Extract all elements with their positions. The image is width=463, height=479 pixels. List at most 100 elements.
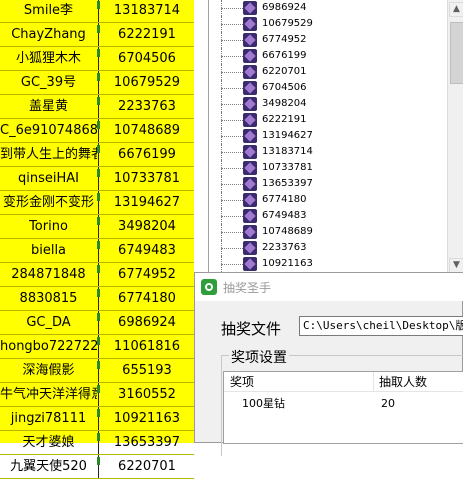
dialog-titlebar[interactable]: 抽奖圣手 xyxy=(195,273,463,301)
sheet-row[interactable]: 284871848 6774952 xyxy=(0,263,194,287)
sheet-row[interactable]: hongbo722722 11061816 xyxy=(0,335,194,359)
sheet-row[interactable]: 小狐狸木木 6704506 xyxy=(0,47,194,71)
scroll-up-button[interactable]: ▲ xyxy=(449,2,463,17)
sheet-cell-id[interactable]: 10921163 xyxy=(98,407,195,430)
tree-item[interactable]: 6774180 xyxy=(209,192,447,208)
sheet-row[interactable]: qinseiHAI 10733781 xyxy=(0,167,194,191)
sheet-cell-id[interactable]: 11061816 xyxy=(98,335,195,358)
sheet-cell-id[interactable]: 6222191 xyxy=(98,23,195,46)
sheet-row[interactable]: biella 6749483 xyxy=(0,239,194,263)
tree-item[interactable]: 13653397 xyxy=(209,176,447,192)
column-header-prize[interactable]: 奖项 xyxy=(224,372,374,392)
sheet-cell-name[interactable]: 深海假影 xyxy=(0,359,97,382)
sheet-cell-id[interactable]: 13194627 xyxy=(98,191,195,214)
item-icon xyxy=(243,257,257,271)
sheet-cell-name[interactable]: 8830815 xyxy=(0,287,97,310)
sheet-row[interactable]: 变形金刚不变形 13194627 xyxy=(0,191,194,215)
sheet-cell-id[interactable]: 3160552 xyxy=(98,383,195,406)
sheet-cell-name[interactable]: 九翼天使520 xyxy=(0,455,97,478)
lottery-file-path-input[interactable]: C:\Users\cheil\Desktop\版块 xyxy=(299,316,463,336)
sheet-cell-name[interactable]: biella xyxy=(0,239,97,262)
tree-item[interactable]: 13194627 xyxy=(209,128,447,144)
sheet-cell-id[interactable]: 6986924 xyxy=(98,311,195,334)
sheet-cell-id[interactable]: 6774180 xyxy=(98,287,195,310)
sheet-cell-id[interactable]: 2233763 xyxy=(98,95,195,118)
sheet-cell-name[interactable]: qinseiHAI xyxy=(0,167,97,190)
sheet-cell-id[interactable]: 13183714 xyxy=(98,0,195,22)
sheet-cell-id[interactable]: 6676199 xyxy=(98,143,195,166)
tree-item[interactable]: 10733781 xyxy=(209,160,447,176)
sheet-row[interactable]: 8830815 6774180 xyxy=(0,287,194,311)
sheet-row[interactable]: Torino 3498204 xyxy=(0,215,194,239)
sheet-cell-name[interactable]: 盖星黄 xyxy=(0,95,97,118)
sheet-cell-name[interactable]: C_6e91074868 xyxy=(0,119,97,142)
tree-branch-line xyxy=(221,104,243,105)
tree-item[interactable]: 6222191 xyxy=(209,112,447,128)
sheet-cell-name[interactable]: 284871848 xyxy=(0,263,97,286)
lottery-file-label: 抽奖文件 xyxy=(221,320,282,338)
item-icon xyxy=(243,65,257,79)
sheet-cell-id[interactable]: 3498204 xyxy=(98,215,195,238)
tree-item[interactable]: 10748689 xyxy=(209,224,447,240)
sheet-cell-id[interactable]: 6704506 xyxy=(98,47,195,70)
sheet-cell-id[interactable]: 6774952 xyxy=(98,263,195,286)
sheet-cell-id[interactable]: 10733781 xyxy=(98,167,195,190)
tree-item[interactable]: 2233763 xyxy=(209,240,447,256)
sheet-cell-name[interactable]: Smile李 xyxy=(0,0,97,22)
sheet-cell-name[interactable]: Torino xyxy=(0,215,97,238)
item-icon xyxy=(243,225,257,239)
tree-branch-line xyxy=(221,248,243,249)
prize-table[interactable]: 奖项 抽取人数 100星钻 20 xyxy=(223,371,463,444)
sheet-row[interactable]: 牛气冲天洋洋得意 3160552 xyxy=(0,383,194,407)
sheet-row[interactable]: GC_DA 6986924 xyxy=(0,311,194,335)
sheet-cell-id[interactable]: 655193 xyxy=(98,359,195,382)
sheet-cell-name[interactable]: ChayZhang xyxy=(0,23,97,46)
sheet-row[interactable]: Smile李 13183714 xyxy=(0,0,194,23)
sheet-row[interactable]: GC_39号 10679529 xyxy=(0,71,194,95)
sheet-cell-name[interactable]: hongbo722722 xyxy=(0,335,97,358)
sheet-row[interactable]: 天才婆娘 13653397 xyxy=(0,431,194,455)
tree-item[interactable]: 10921163 xyxy=(209,256,447,272)
cell-marker xyxy=(97,433,100,441)
scroll-down-button[interactable]: ▼ xyxy=(449,258,463,273)
sheet-cell-name[interactable]: 变形金刚不变形 xyxy=(0,191,97,214)
sheet-row[interactable]: 深海假影 655193 xyxy=(0,359,194,383)
sheet-cell-id[interactable]: 6220701 xyxy=(98,455,195,478)
sheet-cell-name[interactable]: jingzi78111 xyxy=(0,407,97,430)
tree-item[interactable]: 6220701 xyxy=(209,64,447,80)
sheet-cell-name[interactable]: GC_DA xyxy=(0,311,97,334)
cell-marker xyxy=(97,337,100,345)
sheet-cell-name[interactable]: GC_39号 xyxy=(0,71,97,94)
sheet-cell-name[interactable]: 到带人生上的舞者 xyxy=(0,143,97,166)
item-icon xyxy=(243,129,257,143)
tree-list[interactable]: 6986924 10679529 6774952 6676199 6220701 6704… xyxy=(209,0,447,276)
tree-item[interactable]: 3498204 xyxy=(209,96,447,112)
sheet-row[interactable]: 九翼天使520 6220701 xyxy=(0,455,194,479)
vertical-scrollbar[interactable]: ▲ ▼ xyxy=(447,0,463,276)
tree-item-label: 13183714 xyxy=(262,146,313,157)
tree-item[interactable]: 6749483 xyxy=(209,208,447,224)
sheet-row[interactable]: 盖星黄 2233763 xyxy=(0,95,194,119)
sheet-row[interactable]: 到带人生上的舞者 6676199 xyxy=(0,143,194,167)
sheet-cell-id[interactable]: 10679529 xyxy=(98,71,195,94)
sheet-cell-name[interactable]: 牛气冲天洋洋得意 xyxy=(0,383,97,406)
sheet-row[interactable]: C_6e91074868 10748689 xyxy=(0,119,194,143)
tree-item[interactable]: 13183714 xyxy=(209,144,447,160)
tree-branch-line xyxy=(221,232,243,233)
cell-marker xyxy=(97,25,100,33)
tree-item[interactable]: 6676199 xyxy=(209,48,447,64)
tree-item[interactable]: 10679529 xyxy=(209,16,447,32)
sheet-row[interactable]: ChayZhang 6222191 xyxy=(0,23,194,47)
column-header-draw-count[interactable]: 抽取人数 xyxy=(374,372,463,392)
prize-count-cell[interactable]: 20 xyxy=(381,395,395,413)
tree-item[interactable]: 6704506 xyxy=(209,80,447,96)
tree-item[interactable]: 6774952 xyxy=(209,32,447,48)
tree-item[interactable]: 6986924 xyxy=(209,0,447,16)
sheet-row[interactable]: jingzi78111 10921163 xyxy=(0,407,194,431)
cell-marker xyxy=(97,289,100,297)
sheet-cell-id[interactable]: 6749483 xyxy=(98,239,195,262)
scroll-thumb[interactable] xyxy=(450,22,463,84)
sheet-cell-name[interactable]: 小狐狸木木 xyxy=(0,47,97,70)
prize-name-cell[interactable]: 100星钻 xyxy=(242,395,285,413)
sheet-cell-id[interactable]: 10748689 xyxy=(98,119,195,142)
